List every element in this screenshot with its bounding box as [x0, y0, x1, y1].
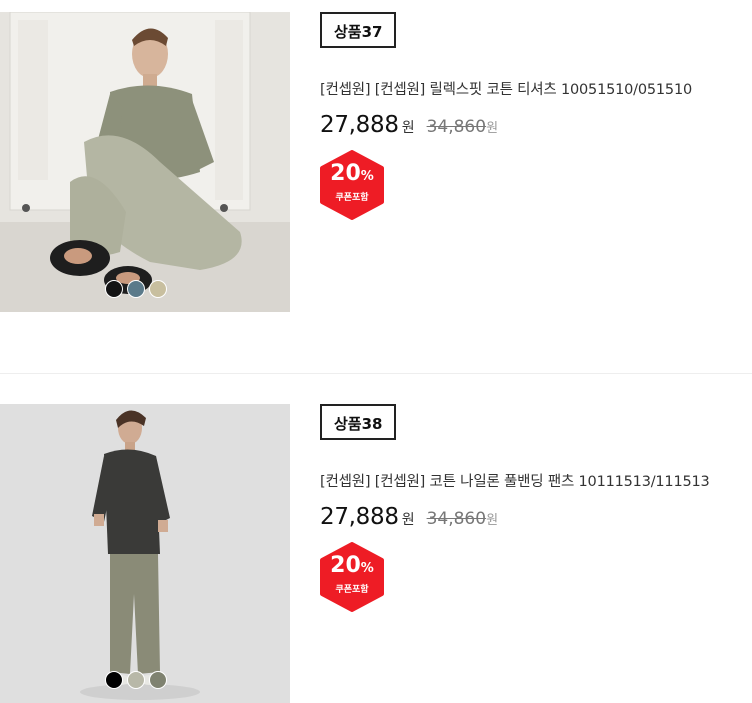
product-info: 상품38 [컨셉원] [컨셉원] 코튼 나일론 풀밴딩 팬츠 10111513/… — [320, 404, 740, 612]
product-photo — [0, 404, 290, 703]
color-swatch[interactable] — [127, 671, 145, 689]
color-swatches — [105, 280, 167, 298]
product-rank-badge: 상품38 — [320, 404, 397, 440]
coupon-discount-badge: 20% 쿠폰포함 — [320, 150, 384, 220]
product-title[interactable]: [컨셉원] [컨셉원] 코튼 나일론 풀밴딩 팬츠 10111513/11151… — [320, 470, 740, 491]
sale-price: 27,888 — [320, 112, 399, 138]
product-card[interactable]: 상품37 [컨셉원] [컨셉원] 릴렉스핏 코튼 티셔츠 10051510/05… — [0, 12, 752, 312]
color-swatches — [105, 671, 167, 689]
discount-percent: 20 — [330, 553, 361, 578]
product-title[interactable]: [컨셉원] [컨셉원] 릴렉스핏 코튼 티셔츠 10051510/051510 — [320, 78, 740, 99]
coupon-discount-badge: 20% 쿠폰포함 — [320, 542, 384, 612]
original-price: 34,860 — [426, 117, 487, 137]
percent-sign: % — [360, 169, 374, 184]
product-image[interactable] — [0, 404, 290, 703]
price-row: 27,888 원 34,860 원 — [320, 112, 740, 138]
product-info: 상품37 [컨셉원] [컨셉원] 릴렉스핏 코튼 티셔츠 10051510/05… — [320, 12, 740, 220]
original-price: 34,860 — [426, 509, 487, 529]
coupon-label: 쿠폰포함 — [335, 193, 369, 203]
sale-price: 27,888 — [320, 504, 399, 530]
price-row: 27,888 원 34,860 원 — [320, 504, 740, 530]
color-swatch[interactable] — [149, 671, 167, 689]
product-rank-badge: 상품37 — [320, 12, 397, 48]
discount-percent-text: 20% — [320, 554, 384, 581]
percent-sign: % — [360, 561, 374, 576]
color-swatch[interactable] — [127, 280, 145, 298]
product-photo — [0, 12, 290, 312]
product-card[interactable]: 상품38 [컨셉원] [컨셉원] 코튼 나일론 풀밴딩 팬츠 10111513/… — [0, 404, 752, 703]
color-swatch[interactable] — [105, 671, 123, 689]
color-swatch[interactable] — [105, 280, 123, 298]
sale-price-unit: 원 — [401, 512, 415, 528]
original-price-unit: 원 — [486, 121, 499, 136]
sale-price-unit: 원 — [401, 120, 415, 136]
discount-percent: 20 — [330, 161, 361, 186]
original-price-unit: 원 — [486, 513, 499, 528]
coupon-label: 쿠폰포함 — [335, 585, 369, 595]
product-list-page: 상품37 [컨셉원] [컨셉원] 릴렉스핏 코튼 티셔츠 10051510/05… — [0, 0, 752, 703]
product-image[interactable] — [0, 12, 290, 312]
discount-percent-text: 20% — [320, 162, 384, 189]
color-swatch[interactable] — [149, 280, 167, 298]
list-divider — [0, 373, 752, 374]
